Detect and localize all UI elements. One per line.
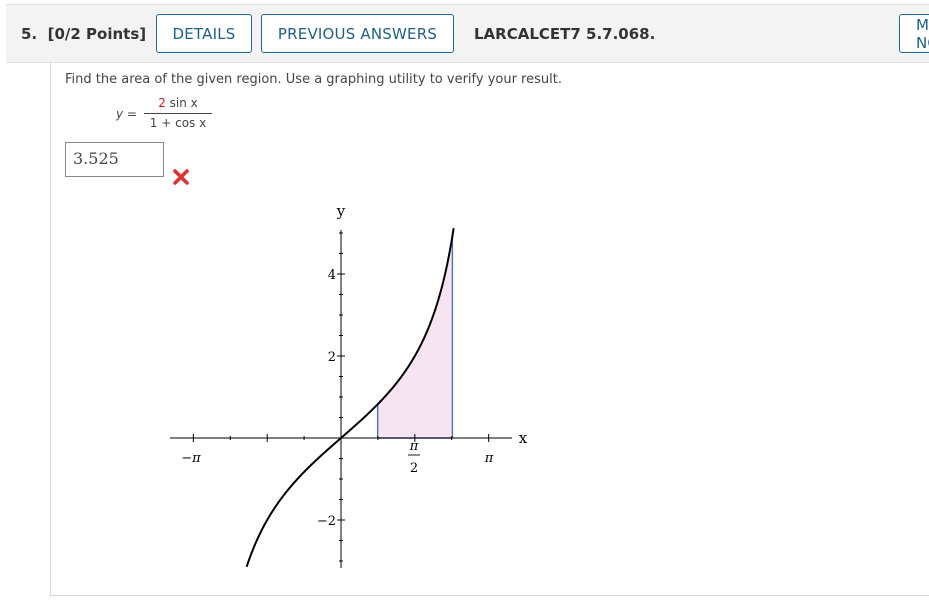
points-label: [0/2 Points]: [47, 25, 147, 43]
y-tick-label-neg2: −2: [317, 514, 336, 529]
equation-numerator: 2 sin x: [158, 96, 198, 110]
fraction-bar: [144, 113, 212, 114]
question-number: 5. [0/2 Points]: [21, 25, 147, 43]
equation-denominator: 1 + cos x: [149, 116, 207, 130]
my-notes-button[interactable]: MY NOTES: [899, 14, 929, 53]
x-tick-label-pi-over-2-num: π: [409, 439, 419, 454]
x-axis-label: x: [519, 429, 528, 447]
equation-coefficient: 2: [158, 96, 166, 110]
details-button[interactable]: DETAILS: [156, 14, 252, 53]
question-id: LARCALCET7 5.7.068.: [474, 25, 656, 43]
x-tick-label-pi: π: [484, 451, 494, 466]
answer-input[interactable]: 3.525: [65, 142, 164, 177]
equation-lhs: y =: [116, 107, 137, 121]
x-tick-label-pi-over-2-den: 2: [410, 461, 418, 476]
y-tick-label-2: 2: [328, 350, 336, 365]
question-header: 5. [0/2 Points] DETAILS PREVIOUS ANSWERS…: [6, 4, 929, 63]
y-axis-label: y: [336, 202, 346, 220]
function-graph: y x 4 2 −2 −π π 2 π: [170, 202, 528, 568]
equation-fraction: 2 sin x 1 + cos x: [144, 96, 212, 130]
shaded-region: [377, 236, 453, 438]
red-x-icon: [173, 169, 189, 185]
problem-prompt: Find the area of the given region. Use a…: [65, 72, 562, 87]
y-tick-label-4: 4: [328, 268, 336, 283]
previous-answers-button[interactable]: PREVIOUS ANSWERS: [261, 14, 454, 53]
x-tick-label-neg-pi: −π: [181, 451, 201, 466]
